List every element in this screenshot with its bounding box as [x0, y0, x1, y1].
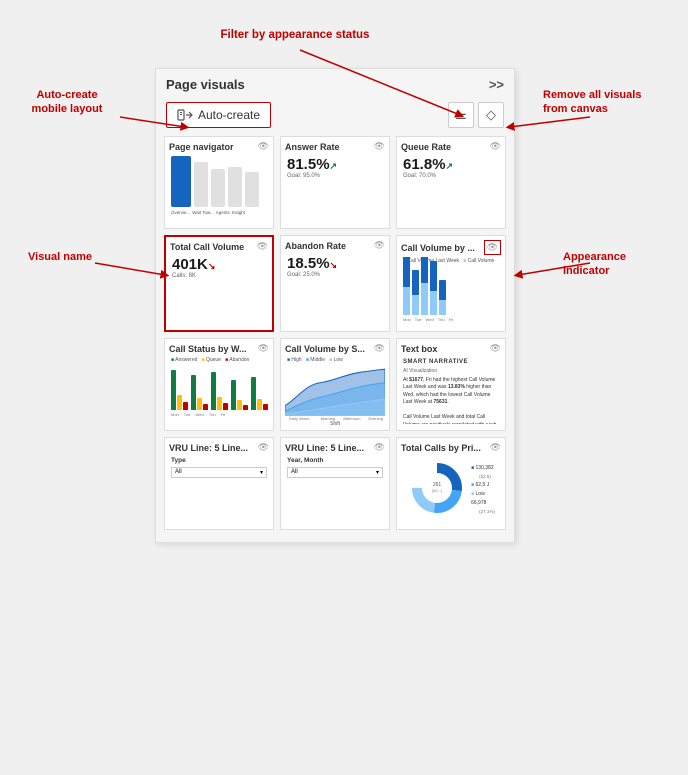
donut-content: 261 (50...) ■ 130,382 (52.5) ■ 62,5 J ■ …	[401, 455, 501, 525]
visual-card-textbox[interactable]: Text box 👁 SMART NARRATIVE AI Visualizat…	[396, 338, 506, 431]
panel-header: Page visuals >>	[156, 69, 514, 98]
eye-icon[interactable]: 👁	[490, 141, 501, 152]
slicer-content: Type All ▾	[169, 455, 269, 525]
visual-card-name: Call Status by W...	[169, 344, 247, 354]
area-chart-content: ■ High ■ Middle ■ Low Ea	[285, 356, 385, 426]
visual-card-call-volume-shift[interactable]: Call Volume by S... 👁 ■ High ■ Middle ■ …	[280, 338, 390, 431]
visual-name-label: Visual name	[15, 250, 105, 264]
auto-create-mobile-label: Auto-create mobile layout	[12, 88, 122, 117]
mobile-layout-icon	[177, 107, 193, 123]
slicer-content-2: Year, Month All ▾	[285, 455, 385, 525]
visuals-grid: Page navigator 👁 Overvie... Wait Tow...	[156, 136, 514, 530]
visual-card-page-navigator[interactable]: Page navigator 👁 Overvie... Wait Tow...	[164, 136, 274, 229]
remove-all-visuals-label: Remove all visuals from canvas	[543, 88, 673, 117]
grouped-bar-content: ■ Answered ■ Queue ■ Abandon	[169, 356, 269, 426]
card-header: Total Calls by Pri... 👁	[401, 442, 501, 453]
eye-icon[interactable]: 👁	[490, 343, 501, 354]
auto-create-label: Auto-create	[198, 108, 260, 122]
visual-card-vru-line-2[interactable]: VRU Line: 5 Line... 👁 Year, Month All ▾	[280, 437, 390, 530]
eye-icon[interactable]: 👁	[490, 442, 501, 453]
eye-icon[interactable]: 👁	[374, 442, 385, 453]
svg-text:(50...): (50...)	[432, 488, 443, 493]
visual-card-name: Page navigator	[169, 142, 234, 152]
filter-by-appearance-label: Filter by appearance status	[195, 28, 395, 43]
remove-all-button[interactable]: ◇	[478, 102, 504, 128]
panel-title: Page visuals	[166, 77, 245, 92]
eye-icon[interactable]: 👁	[374, 343, 385, 354]
visual-card-abandon-rate[interactable]: Abandon Rate 👁 18.5%↘ Goal: 25.0%	[280, 235, 390, 332]
visual-card-answer-rate[interactable]: Answer Rate 👁 81.5%↗ Goal: 95.0%	[280, 136, 390, 229]
visual-card-total-calls-donut[interactable]: Total Calls by Pri... 👁	[396, 437, 506, 530]
visual-card-name: Call Volume by S...	[285, 344, 365, 354]
filter-icon: ⚌	[455, 107, 467, 123]
eye-icon[interactable]: 👁	[258, 141, 269, 152]
metric-content: 81.5%↗ Goal: 95.0%	[285, 154, 385, 224]
eye-icon[interactable]: 👁	[258, 442, 269, 453]
visual-card-name: VRU Line: 5 Line...	[285, 443, 364, 453]
textbox-content: SMART NARRATIVE AI Visualization At $167…	[401, 356, 501, 426]
navigator-content: Overvie... Wait Tow... Agents Insight	[169, 154, 269, 224]
visual-card-name: Answer Rate	[285, 142, 340, 152]
auto-create-button[interactable]: Auto-create	[166, 102, 271, 128]
eye-icon[interactable]: 👁	[374, 240, 385, 251]
visual-card-name: Call Volume by ...	[401, 243, 475, 253]
visual-card-name: Queue Rate	[401, 142, 451, 152]
card-header: Page navigator 👁	[169, 141, 269, 152]
filter-visuals-button[interactable]: ⚌	[448, 102, 474, 128]
appearance-indicator-label: Appearance indicator	[563, 250, 673, 279]
eye-icon[interactable]: 👁	[374, 141, 385, 152]
toolbar-right: ⚌ ◇	[448, 102, 504, 128]
eye-icon[interactable]: 👁	[484, 240, 501, 255]
page-visuals-panel: Page visuals >> Auto-create ⚌	[155, 68, 515, 543]
visual-card-call-status[interactable]: Call Status by W... 👁 ■ Answered ■ Queue…	[164, 338, 274, 431]
visual-card-name: Total Call Volume	[170, 242, 244, 252]
visual-card-name: Abandon Rate	[285, 241, 346, 251]
visual-card-vru-line-1[interactable]: VRU Line: 5 Line... 👁 Type All ▾	[164, 437, 274, 530]
visual-card-name: Total Calls by Pri...	[401, 443, 481, 453]
visual-card-name: Text box	[401, 344, 437, 354]
panel-chevron[interactable]: >>	[489, 77, 504, 92]
card-header: Total Call Volume 👁	[170, 241, 268, 252]
visual-card-call-volume-by[interactable]: Call Volume by ... 👁 ■ Call Volume Last …	[396, 235, 506, 332]
eye-icon[interactable]: 👁	[258, 343, 269, 354]
visual-card-name: VRU Line: 5 Line...	[169, 443, 248, 453]
card-header: Call Status by W... 👁	[169, 343, 269, 354]
card-header: VRU Line: 5 Line... 👁	[169, 442, 269, 453]
card-header: Answer Rate 👁	[285, 141, 385, 152]
card-header: Call Volume by ... 👁	[401, 240, 501, 255]
visual-card-total-call-volume[interactable]: Total Call Volume 👁 401K↘ Calls: 8K	[164, 235, 274, 332]
metric-content: 18.5%↘ Goal: 25.0%	[285, 253, 385, 323]
metric-content: 61.8%↗ Goal: 70.0%	[401, 154, 501, 224]
eraser-icon: ◇	[486, 107, 496, 123]
card-header: VRU Line: 5 Line... 👁	[285, 442, 385, 453]
card-header: Abandon Rate 👁	[285, 240, 385, 251]
metric-content: 401K↘ Calls: 8K	[170, 254, 268, 324]
card-header: Queue Rate 👁	[401, 141, 501, 152]
eye-icon[interactable]: 👁	[257, 241, 268, 252]
bar-chart-content: ■ Call Volume Last Week ■ Call Volume	[401, 257, 501, 327]
visual-card-queue-rate[interactable]: Queue Rate 👁 61.8%↗ Goal: 70.0%	[396, 136, 506, 229]
card-header: Call Volume by S... 👁	[285, 343, 385, 354]
panel-toolbar: Auto-create ⚌ ◇	[156, 98, 514, 136]
card-header: Text box 👁	[401, 343, 501, 354]
